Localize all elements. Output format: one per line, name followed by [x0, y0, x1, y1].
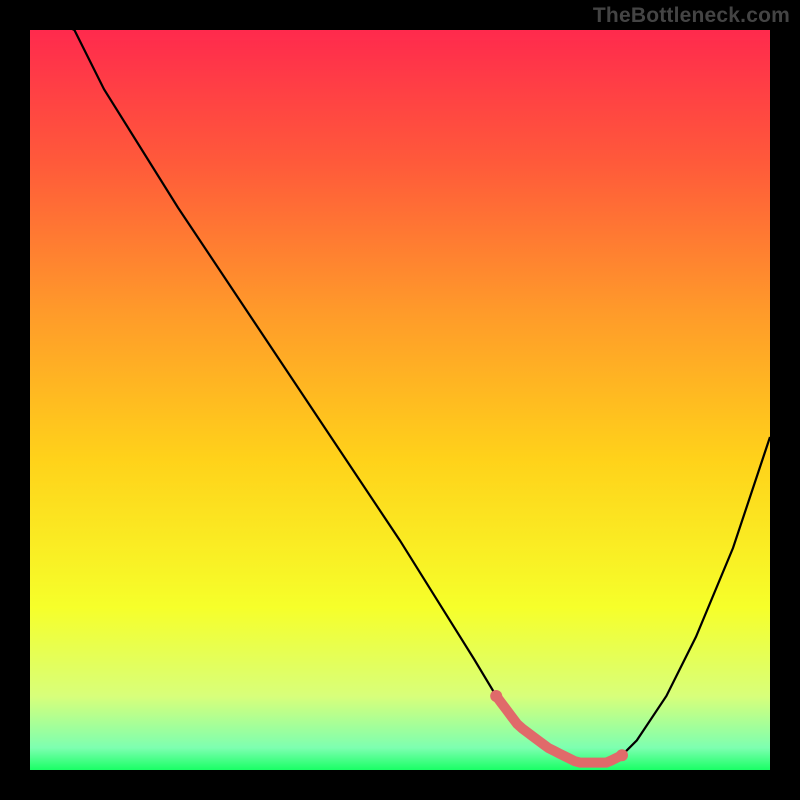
watermark-text: TheBottleneck.com	[593, 4, 790, 28]
bottleneck-curve	[30, 30, 770, 770]
